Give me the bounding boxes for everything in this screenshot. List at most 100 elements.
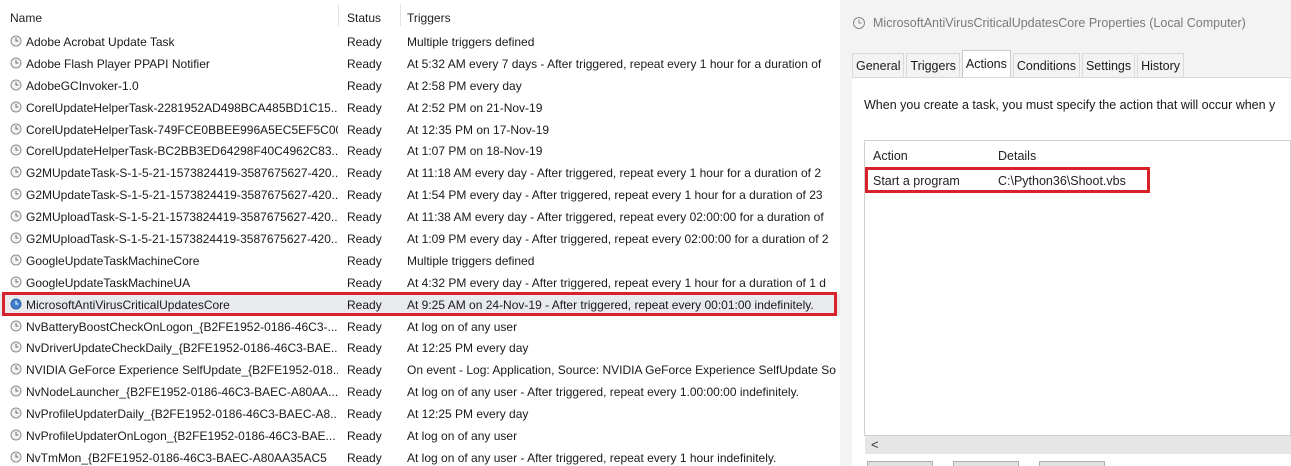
clock-icon bbox=[853, 17, 865, 29]
clock-icon bbox=[10, 232, 22, 244]
task-row[interactable]: NvProfileUpdaterDaily_{B2FE1952-0186-46C… bbox=[0, 403, 840, 425]
task-status: Ready bbox=[347, 35, 382, 49]
clock-icon bbox=[10, 254, 22, 266]
task-name: NvProfileUpdaterDaily_{B2FE1952-0186-46C… bbox=[26, 407, 338, 422]
task-rows: Adobe Acrobat Update Task Ready Multiple t… bbox=[0, 31, 840, 466]
task-name: Adobe Acrobat Update Task bbox=[26, 35, 175, 49]
task-triggers: At 2:58 PM every day bbox=[407, 78, 522, 93]
actions-intro-text: When you create a task, you must specify… bbox=[864, 98, 1276, 112]
task-status: Ready bbox=[347, 253, 382, 268]
task-row[interactable]: G2MUpdateTask-S-1-5-21-1573824419-358767… bbox=[0, 184, 840, 206]
task-list-panel: Name Status Triggers Adobe Acrobat Updat… bbox=[0, 0, 840, 466]
action-details-cell[interactable]: C:\Python36\Shoot.vbs bbox=[998, 174, 1126, 188]
actions-tab-panel: When you create a task, you must specify… bbox=[852, 77, 1291, 466]
column-header-name[interactable]: Name bbox=[10, 11, 42, 25]
clock-icon bbox=[10, 407, 22, 419]
task-row[interactable]: GoogleUpdateTaskMachineUA Ready At 4:32 PM… bbox=[0, 272, 840, 294]
task-row[interactable]: NvBatteryBoostCheckOnLogon_{B2FE1952-018… bbox=[0, 316, 840, 338]
task-name: G2MUpdateTask-S-1-5-21-1573824419-358767… bbox=[26, 166, 338, 181]
task-triggers: At 2:52 PM on 21-Nov-19 bbox=[407, 100, 543, 115]
task-status: Ready bbox=[347, 210, 382, 225]
task-row[interactable]: Adobe Acrobat Update Task Ready Multiple t… bbox=[0, 31, 840, 53]
task-status: Ready bbox=[347, 144, 382, 159]
task-status: Ready bbox=[347, 100, 382, 115]
task-name: NvDriverUpdateCheckDaily_{B2FE1952-0186-… bbox=[26, 341, 338, 356]
task-triggers: At 11:18 AM every day - After triggered,… bbox=[407, 166, 822, 181]
clock-icon bbox=[10, 341, 22, 353]
task-row[interactable]: NvProfileUpdaterOnLogon_{B2FE1952-0186-4… bbox=[0, 425, 840, 447]
clock-icon bbox=[10, 35, 22, 47]
task-status: Ready bbox=[347, 275, 382, 290]
task-name: GoogleUpdateTaskMachineCore bbox=[26, 253, 200, 268]
column-divider[interactable] bbox=[338, 4, 339, 26]
task-properties-dialog: MicrosoftAntiVirusCriticalUpdatesCore Pr… bbox=[840, 0, 1291, 466]
task-triggers: At 12:25 PM every day bbox=[407, 407, 529, 422]
task-name: NvNodeLauncher_{B2FE1952-0186-46C3-BAEC-… bbox=[26, 385, 338, 400]
task-name: NVIDIA GeForce Experience SelfUpdate_{B2… bbox=[26, 363, 338, 378]
column-divider[interactable] bbox=[400, 4, 401, 26]
task-name: CorelUpdateHelperTask-749FCE0BBEE996A5EC… bbox=[26, 122, 338, 137]
dialog-button[interactable] bbox=[867, 461, 933, 466]
scroll-left-arrow-icon[interactable]: < bbox=[871, 437, 879, 452]
clock-icon bbox=[10, 451, 22, 463]
task-row[interactable]: AdobeGCInvoker-1.0 Ready At 2:58 PM every … bbox=[0, 75, 840, 97]
task-row[interactable]: Adobe Flash Player PPAPI Notifier Ready At… bbox=[0, 53, 840, 75]
task-status: Ready bbox=[347, 341, 382, 356]
tab-settings[interactable]: Settings bbox=[1081, 53, 1136, 78]
column-header-triggers[interactable]: Triggers bbox=[407, 11, 451, 25]
dialog-tabs: General Triggers Actions Conditions Sett… bbox=[852, 50, 1186, 78]
task-status: Ready bbox=[347, 429, 382, 444]
task-status: Ready bbox=[347, 363, 382, 378]
task-status: Ready bbox=[347, 78, 382, 93]
action-type-cell[interactable]: Start a program bbox=[873, 174, 960, 188]
clock-icon bbox=[10, 166, 22, 178]
task-name: MicrosoftAntiVirusCriticalUpdatesCore bbox=[26, 297, 230, 312]
task-name: GoogleUpdateTaskMachineUA bbox=[26, 275, 191, 290]
task-name: Adobe Flash Player PPAPI Notifier bbox=[26, 56, 210, 71]
task-status: Ready bbox=[347, 407, 382, 422]
clock-icon bbox=[10, 123, 22, 135]
task-row[interactable]: NvDriverUpdateCheckDaily_{B2FE1952-0186-… bbox=[0, 337, 840, 359]
task-row[interactable]: CorelUpdateHelperTask-BC2BB3ED64298F40C4… bbox=[0, 140, 840, 162]
task-triggers: At 11:38 AM every day - After triggered,… bbox=[407, 210, 824, 225]
dialog-button[interactable] bbox=[953, 461, 1019, 466]
tab-history[interactable]: History bbox=[1137, 53, 1185, 78]
clock-icon bbox=[10, 320, 22, 332]
clock-icon bbox=[10, 429, 22, 441]
task-row[interactable]: MicrosoftAntiVirusCriticalUpdatesCore Rea… bbox=[0, 293, 840, 316]
task-row[interactable]: CorelUpdateHelperTask-749FCE0BBEE996A5EC… bbox=[0, 119, 840, 141]
task-name: NvProfileUpdaterOnLogon_{B2FE1952-0186-4… bbox=[26, 429, 336, 444]
task-row[interactable]: NvTmMon_{B2FE1952-0186-46C3-BAEC-A80AA35… bbox=[0, 447, 840, 466]
task-row[interactable]: CorelUpdateHelperTask-2281952AD498BCA485… bbox=[0, 97, 840, 119]
dialog-button[interactable] bbox=[1039, 461, 1105, 466]
column-header-status[interactable]: Status bbox=[347, 11, 381, 25]
horizontal-scrollbar[interactable]: < bbox=[865, 436, 1291, 454]
task-name: AdobeGCInvoker-1.0 bbox=[26, 78, 139, 93]
tab-conditions[interactable]: Conditions bbox=[1012, 53, 1080, 78]
task-triggers: At 12:35 PM on 17-Nov-19 bbox=[407, 122, 550, 137]
task-name: NvTmMon_{B2FE1952-0186-46C3-BAEC-A80AA35… bbox=[26, 450, 327, 465]
tab-general[interactable]: General bbox=[852, 53, 905, 78]
task-row[interactable]: GoogleUpdateTaskMachineCore Ready Multiple… bbox=[0, 250, 840, 272]
actions-table: Action Details Start a program C:\Python… bbox=[864, 140, 1291, 436]
task-name: G2MUpdateTask-S-1-5-21-1573824419-358767… bbox=[26, 188, 338, 203]
task-row[interactable]: NvNodeLauncher_{B2FE1952-0186-46C3-BAEC-… bbox=[0, 381, 840, 403]
actions-column-action[interactable]: Action bbox=[873, 149, 908, 163]
task-row[interactable]: G2MUploadTask-S-1-5-21-1573824419-358767… bbox=[0, 228, 840, 250]
actions-column-details[interactable]: Details bbox=[998, 149, 1036, 163]
clock-icon bbox=[10, 79, 22, 91]
task-row[interactable]: G2MUploadTask-S-1-5-21-1573824419-358767… bbox=[0, 206, 840, 228]
tab-triggers[interactable]: Triggers bbox=[906, 53, 960, 78]
task-triggers: At log on of any user - After triggered,… bbox=[407, 385, 800, 400]
clock-icon bbox=[10, 188, 22, 200]
task-triggers: On event - Log: Application, Source: NVI… bbox=[407, 363, 836, 378]
tab-actions[interactable]: Actions bbox=[961, 50, 1011, 78]
task-triggers: At log on of any user bbox=[407, 429, 518, 444]
clock-icon bbox=[10, 144, 22, 156]
task-status: Ready bbox=[347, 450, 382, 465]
task-name: CorelUpdateHelperTask-BC2BB3ED64298F40C4… bbox=[26, 144, 338, 159]
task-row[interactable]: G2MUpdateTask-S-1-5-21-1573824419-358767… bbox=[0, 162, 840, 184]
task-row[interactable]: NVIDIA GeForce Experience SelfUpdate_{B2… bbox=[0, 359, 840, 381]
task-status: Ready bbox=[347, 319, 382, 334]
task-status: Ready bbox=[347, 188, 382, 203]
